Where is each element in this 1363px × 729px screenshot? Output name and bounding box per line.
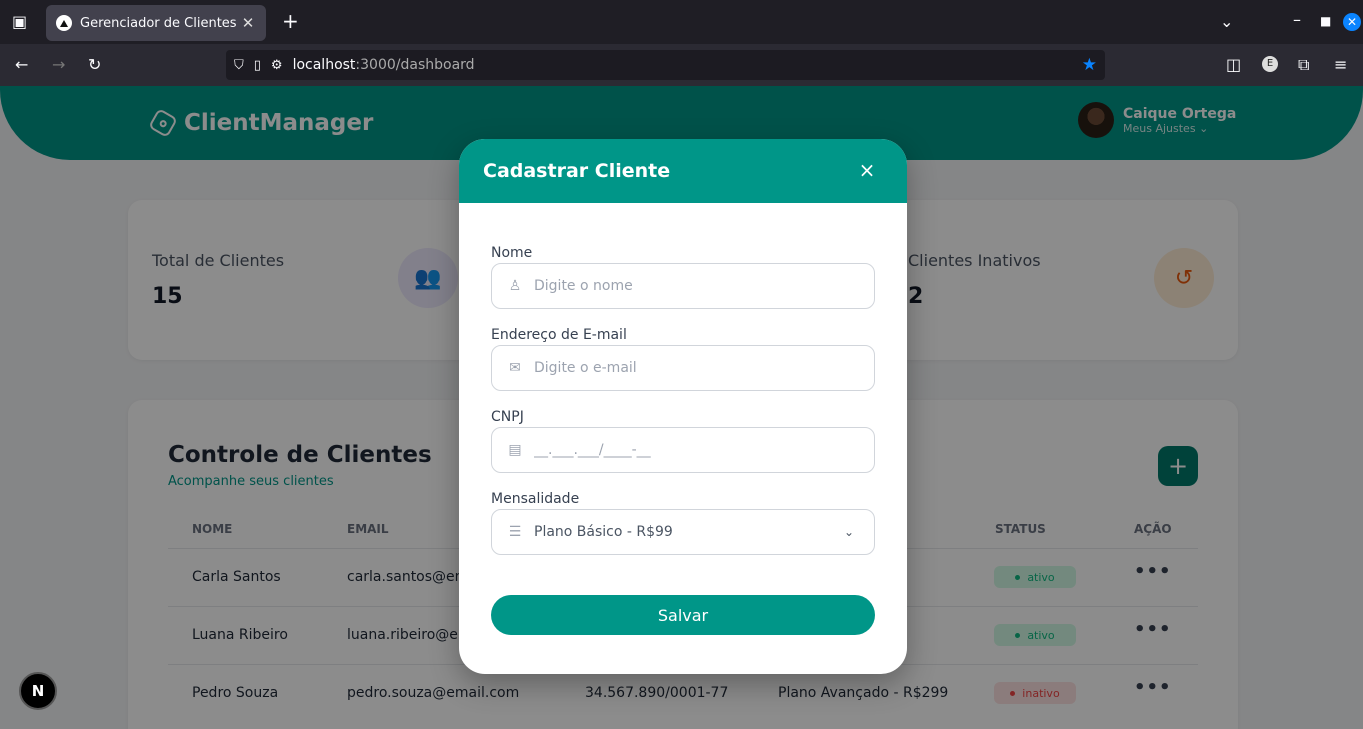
bookmark-star-icon[interactable]: ★ <box>1082 55 1097 75</box>
url-path: :3000/dashboard <box>355 57 475 73</box>
extension-e-icon[interactable]: E <box>1262 56 1278 72</box>
minimize-icon[interactable]: – <box>1293 12 1301 28</box>
nextjs-favicon-icon <box>56 15 72 31</box>
browser-tab[interactable]: Gerenciador de Clientes ✕ <box>46 5 266 41</box>
cnpj-input[interactable] <box>534 442 854 458</box>
cnpj-label: CNPJ <box>491 409 524 425</box>
browser-navbar: ← → ↻ ⛉ ▯ ⚙ localhost:3000/dashboard ★ ◫… <box>0 44 1363 86</box>
menu-icon[interactable]: ≡ <box>1334 57 1347 73</box>
plan-select[interactable]: ☰ Plano Básico - R$99 ⌄ <box>491 509 875 555</box>
url-host: localhost <box>292 57 356 73</box>
list-icon: ☰ <box>508 524 522 540</box>
modal-header: Cadastrar Cliente × <box>459 139 907 203</box>
plan-label: Mensalidade <box>491 491 580 507</box>
close-window-icon[interactable]: ✕ <box>1343 13 1361 31</box>
pocket-icon[interactable]: ◫ <box>1226 57 1241 73</box>
envelope-icon: ✉ <box>509 360 521 376</box>
save-button[interactable]: Salvar <box>491 595 875 635</box>
back-icon[interactable]: ← <box>15 57 28 73</box>
tab-close-icon[interactable]: ✕ <box>240 14 256 32</box>
chevron-down-icon: ⌄ <box>844 525 855 539</box>
permissions-icon[interactable]: ⚙ <box>271 58 283 73</box>
close-icon[interactable]: × <box>857 159 877 181</box>
tab-overflow-chevron-icon[interactable]: ⌄ <box>1220 14 1233 30</box>
email-field[interactable]: ✉ <box>491 345 875 391</box>
name-field[interactable]: ♙ <box>491 263 875 309</box>
nextjs-dev-badge[interactable]: N <box>19 672 57 710</box>
reload-icon[interactable]: ↻ <box>88 57 101 73</box>
email-label: Endereço de E-mail <box>491 327 627 343</box>
forward-icon[interactable]: → <box>52 57 65 73</box>
cnpj-field[interactable]: ▤ <box>491 427 875 473</box>
tab-title: Gerenciador de Clientes <box>80 15 237 31</box>
user-icon: ♙ <box>508 278 522 294</box>
shield-icon[interactable]: ⛉ <box>234 58 244 73</box>
id-card-icon: ▤ <box>508 442 522 458</box>
page-icon[interactable]: ▯ <box>254 58 261 73</box>
name-input[interactable] <box>534 278 854 294</box>
new-tab-icon[interactable]: + <box>282 11 299 31</box>
plan-selected-value: Plano Básico - R$99 <box>534 524 673 540</box>
browser-tabbar: ▣ Gerenciador de Clientes ✕ + ⌄ – ■ ✕ <box>0 0 1363 44</box>
tab-list-icon[interactable]: ▣ <box>12 14 27 30</box>
extensions-puzzle-icon[interactable]: ⧉ <box>1298 57 1309 73</box>
modal-title: Cadastrar Cliente <box>483 160 671 182</box>
url-bar[interactable]: ⛉ ▯ ⚙ localhost:3000/dashboard ★ <box>226 50 1105 80</box>
email-input[interactable] <box>534 360 854 376</box>
maximize-icon[interactable]: ■ <box>1320 13 1331 29</box>
name-label: Nome <box>491 245 533 261</box>
register-client-modal: Cadastrar Cliente × Nome ♙ Endereço de E… <box>459 139 907 674</box>
